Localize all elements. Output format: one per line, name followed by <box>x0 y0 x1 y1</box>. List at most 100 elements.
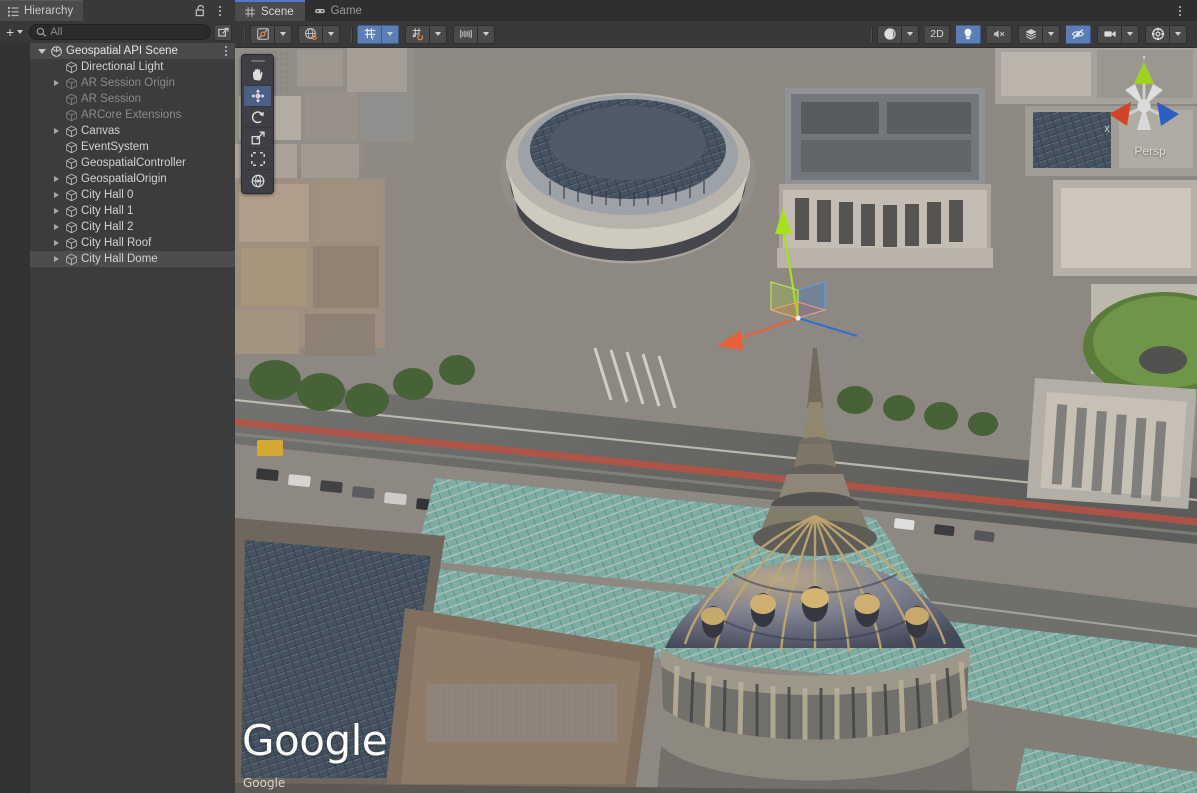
eye-crossed-icon <box>1071 27 1085 41</box>
transform-tool[interactable] <box>244 170 271 191</box>
gizmo-axis-x-label: X <box>1104 125 1110 134</box>
kebab-menu-icon[interactable] <box>1171 1 1189 21</box>
hierarchy-item-arcore-extensions[interactable]: ARCore Extensions <box>30 107 235 123</box>
chevron-down-icon <box>1048 32 1054 36</box>
snap-increment-button-dropdown[interactable] <box>478 25 495 44</box>
scene-camera-settings[interactable] <box>1097 25 1122 44</box>
scene-fx-toggle[interactable] <box>1018 25 1043 44</box>
svg-text:Y: Y <box>370 35 374 41</box>
hierarchy-item-eventsystem[interactable]: EventSystem <box>30 139 235 155</box>
hierarchy-item-geospatialorigin[interactable]: GeospatialOrigin <box>30 171 235 187</box>
move-tool[interactable] <box>244 86 271 107</box>
scene-fx-toggle-dropdown[interactable] <box>1043 25 1060 44</box>
hierarchy-panel: Hierarchy + <box>0 0 235 793</box>
move-arrows-icon <box>250 88 266 104</box>
focus-selected-icon[interactable] <box>214 24 232 41</box>
snap-increment-button[interactable] <box>453 25 478 44</box>
effects-icon <box>1024 27 1038 41</box>
chevron-right-icon[interactable] <box>50 128 63 134</box>
hierarchy-item-ar-session-origin[interactable]: AR Session Origin <box>30 75 235 91</box>
chevron-down-icon <box>1175 32 1181 36</box>
gameobject-cube-icon <box>63 109 79 122</box>
hierarchy-item-label: GeospatialOrigin <box>79 173 167 185</box>
grid-visibility-toggle[interactable]: Y <box>357 25 382 44</box>
google-watermark-large: Google <box>242 716 387 765</box>
scene-viewport[interactable]: Y X Persp Google Google <box>235 48 1197 793</box>
chevron-right-icon[interactable] <box>50 240 63 246</box>
gamepad-icon <box>314 5 326 17</box>
global-space-icon <box>304 27 318 41</box>
hierarchy-item-directional-light[interactable]: Directional Light <box>30 59 235 75</box>
scene-grid-icon <box>244 6 256 18</box>
hierarchy-item-label: City Hall 0 <box>79 189 133 201</box>
projection-mode-label[interactable]: Persp <box>1113 144 1187 158</box>
handle-space-toggle-dropdown[interactable] <box>323 25 340 44</box>
scene-panel-menu[interactable] <box>1171 0 1197 21</box>
hierarchy-item-canvas[interactable]: Canvas <box>30 123 235 139</box>
chevron-right-icon[interactable] <box>50 208 63 214</box>
scene-camera-settings-dropdown[interactable] <box>1122 25 1139 44</box>
chevron-down-icon <box>483 32 489 36</box>
draw-mode-dropdown-dropdown[interactable] <box>902 25 919 44</box>
view-pan-tool[interactable] <box>244 65 271 86</box>
toolbar-divider <box>871 27 872 42</box>
gizmos-toggle-dropdown[interactable] <box>1170 25 1187 44</box>
scene-tabbar-spacer <box>373 0 1171 21</box>
hierarchy-item-label: City Hall 2 <box>79 221 133 233</box>
scene-orientation-gizmo[interactable]: Y X Persp <box>1101 56 1187 156</box>
hierarchy-item-geospatial-api-scene[interactable]: Geospatial API Scene <box>30 43 235 59</box>
hierarchy-item-city-hall-1[interactable]: City Hall 1 <box>30 203 235 219</box>
tab-hierarchy[interactable]: Hierarchy <box>0 0 83 21</box>
hierarchy-item-label: AR Session Origin <box>79 77 175 89</box>
hierarchy-item-label: City Hall Roof <box>79 237 151 249</box>
gizmos-globe-icon <box>1151 27 1165 41</box>
tab-scene[interactable]: Scene <box>235 0 305 21</box>
hierarchy-tab-actions <box>191 0 235 21</box>
hidden-objects-toggle[interactable] <box>1066 25 1091 44</box>
search-input[interactable]: All <box>29 24 211 40</box>
palette-drag-handle[interactable] <box>244 57 271 65</box>
hierarchy-item-city-hall-roof[interactable]: City Hall Roof <box>30 235 235 251</box>
chevron-right-icon[interactable] <box>50 192 63 198</box>
rect-transform-tool[interactable] <box>244 149 271 170</box>
toolbar-view-group: 2D <box>877 25 1193 44</box>
2d-mode-toggle[interactable]: 2D <box>925 25 950 44</box>
scene-tool-palette[interactable] <box>241 54 274 194</box>
chevron-right-icon[interactable] <box>50 176 63 182</box>
hierarchy-item-label: ARCore Extensions <box>79 109 181 121</box>
hierarchy-item-city-hall-2[interactable]: City Hall 2 <box>30 219 235 235</box>
grid-visibility-toggle-dropdown[interactable] <box>382 25 399 44</box>
scale-tool[interactable] <box>244 128 271 149</box>
chevron-right-icon[interactable] <box>50 256 63 262</box>
kebab-menu-icon[interactable] <box>211 1 229 21</box>
draw-mode-dropdown[interactable] <box>877 25 902 44</box>
hierarchy-tree[interactable]: Geospatial API SceneDirectional Light AR … <box>30 43 235 793</box>
gizmos-toggle[interactable] <box>1145 25 1170 44</box>
move-handle-gizmo[interactable] <box>705 178 865 358</box>
handle-space-toggle[interactable] <box>298 25 323 44</box>
hierarchy-item-geospatialcontroller[interactable]: GeospatialController <box>30 155 235 171</box>
chevron-down-icon[interactable] <box>35 49 48 54</box>
rect-transform-icon <box>250 151 266 167</box>
chevron-down-icon <box>435 32 441 36</box>
plus-icon: + <box>6 25 14 39</box>
grid-snapping-toggle-dropdown[interactable] <box>430 25 447 44</box>
gameobject-cube-icon <box>63 221 79 234</box>
pivot-mode-toggle[interactable] <box>250 25 275 44</box>
scene-lighting-toggle[interactable] <box>956 25 981 44</box>
hierarchy-item-menu-icon[interactable] <box>225 43 227 59</box>
toolbar-divider <box>351 27 352 42</box>
tab-game[interactable]: Game <box>305 0 373 21</box>
scene-audio-toggle[interactable] <box>987 25 1012 44</box>
create-gameobject-button[interactable]: + <box>3 24 26 40</box>
hierarchy-item-city-hall-dome[interactable]: City Hall Dome <box>30 251 235 267</box>
grid-snapping-toggle[interactable] <box>405 25 430 44</box>
pivot-mode-toggle-dropdown[interactable] <box>275 25 292 44</box>
chevron-right-icon[interactable] <box>50 224 63 230</box>
chevron-down-icon <box>907 32 913 36</box>
hierarchy-item-ar-session[interactable]: AR Session <box>30 91 235 107</box>
chevron-right-icon[interactable] <box>50 80 63 86</box>
rotate-tool[interactable] <box>244 107 271 128</box>
hierarchy-item-city-hall-0[interactable]: City Hall 0 <box>30 187 235 203</box>
lock-open-icon[interactable] <box>191 1 209 21</box>
